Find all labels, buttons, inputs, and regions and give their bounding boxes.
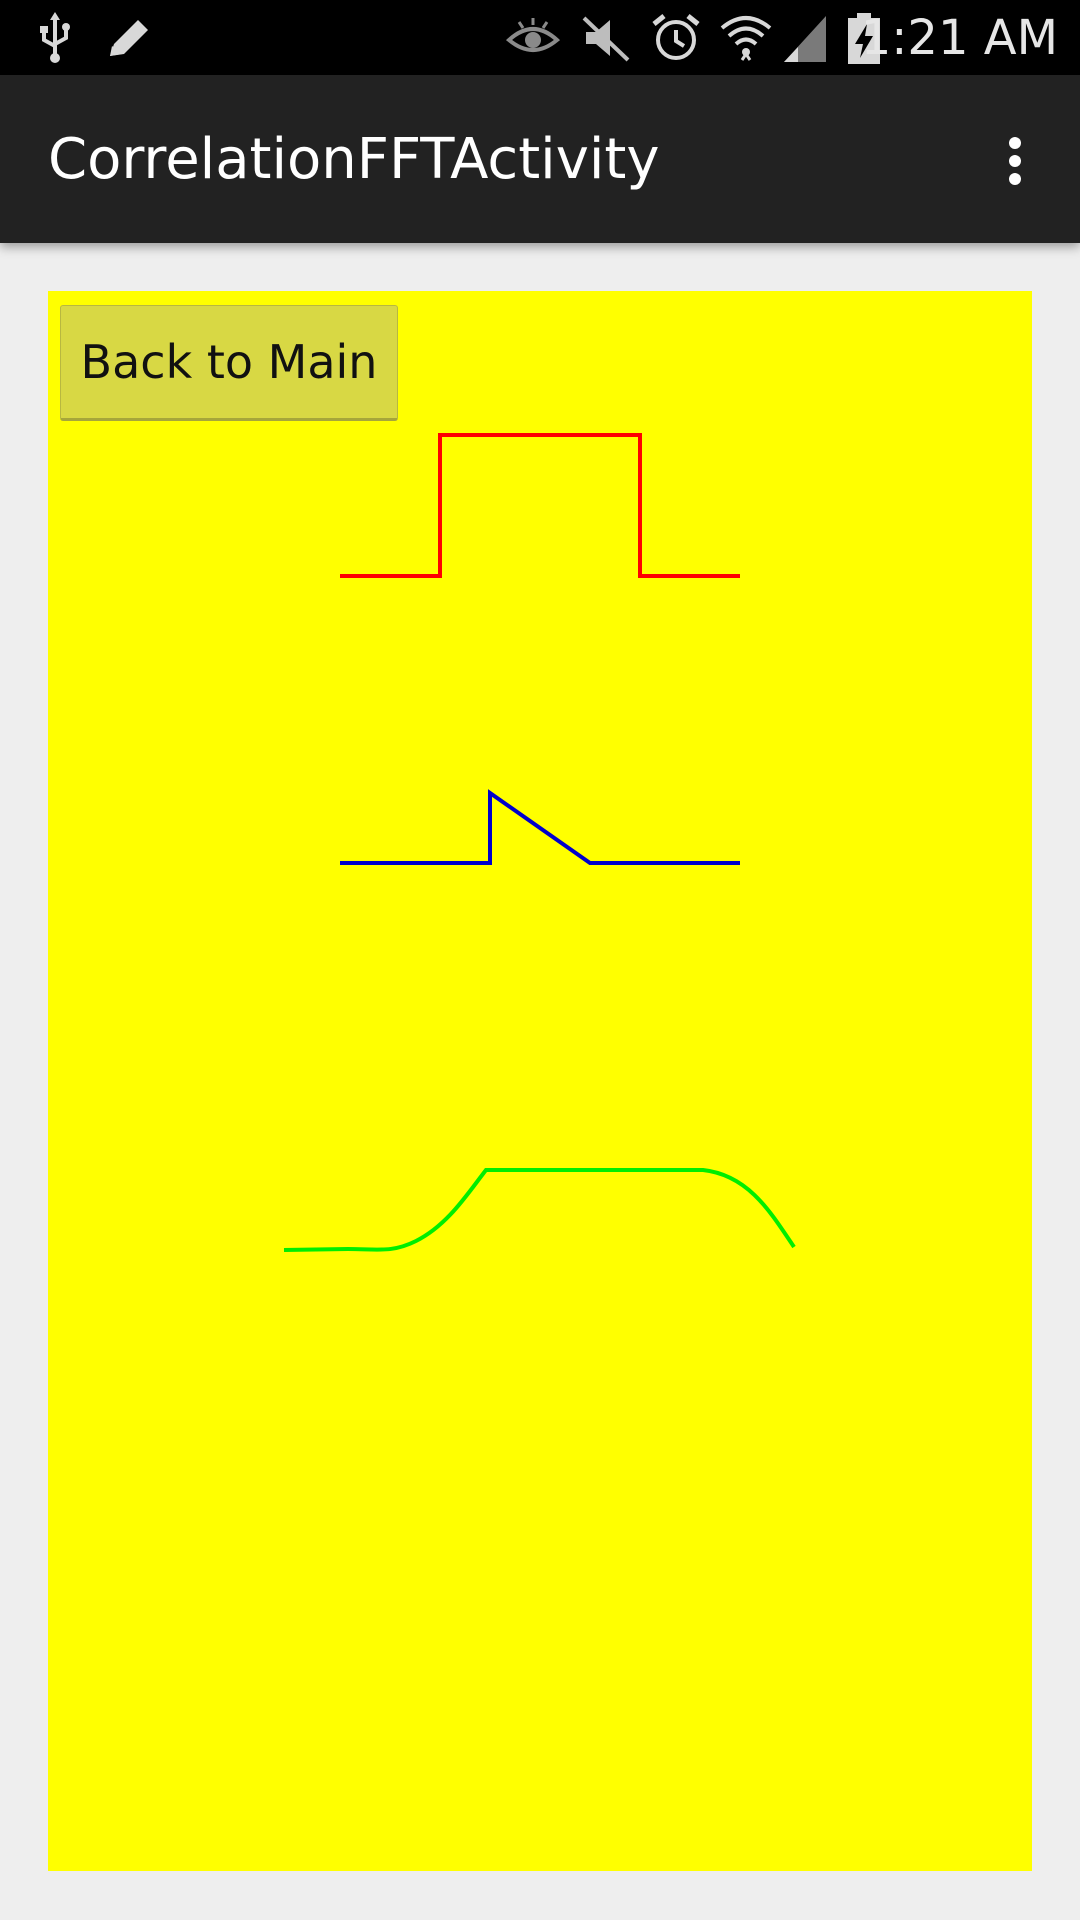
usb-icon [40, 12, 70, 63]
overflow-dot [1009, 155, 1021, 167]
status-bar: 1:21 AM [0, 0, 1080, 75]
correlation-result-signal [283, 1168, 796, 1252]
signal-plots [283, 433, 796, 1252]
signal-icon [784, 16, 826, 62]
overflow-menu-icon [1009, 137, 1021, 149]
activity-title: CorrelationFFTActivity [48, 127, 660, 192]
signal-canvas: Back to Main [48, 291, 1032, 1871]
overflow-menu-button[interactable] [980, 115, 1050, 205]
back-to-main-button[interactable]: Back to Main [60, 305, 398, 421]
overflow-dot [1009, 173, 1021, 185]
wifi-icon [720, 16, 772, 61]
alarm-icon [652, 14, 700, 60]
rectangular-pulse-signal [340, 433, 740, 578]
mute-icon [582, 16, 630, 62]
status-time: 1:21 AM [860, 10, 1058, 66]
action-bar: CorrelationFFTActivity [0, 75, 1080, 243]
eye-icon [505, 18, 561, 52]
edit-icon [110, 20, 148, 56]
ramp-pulse-signal [340, 789, 740, 865]
